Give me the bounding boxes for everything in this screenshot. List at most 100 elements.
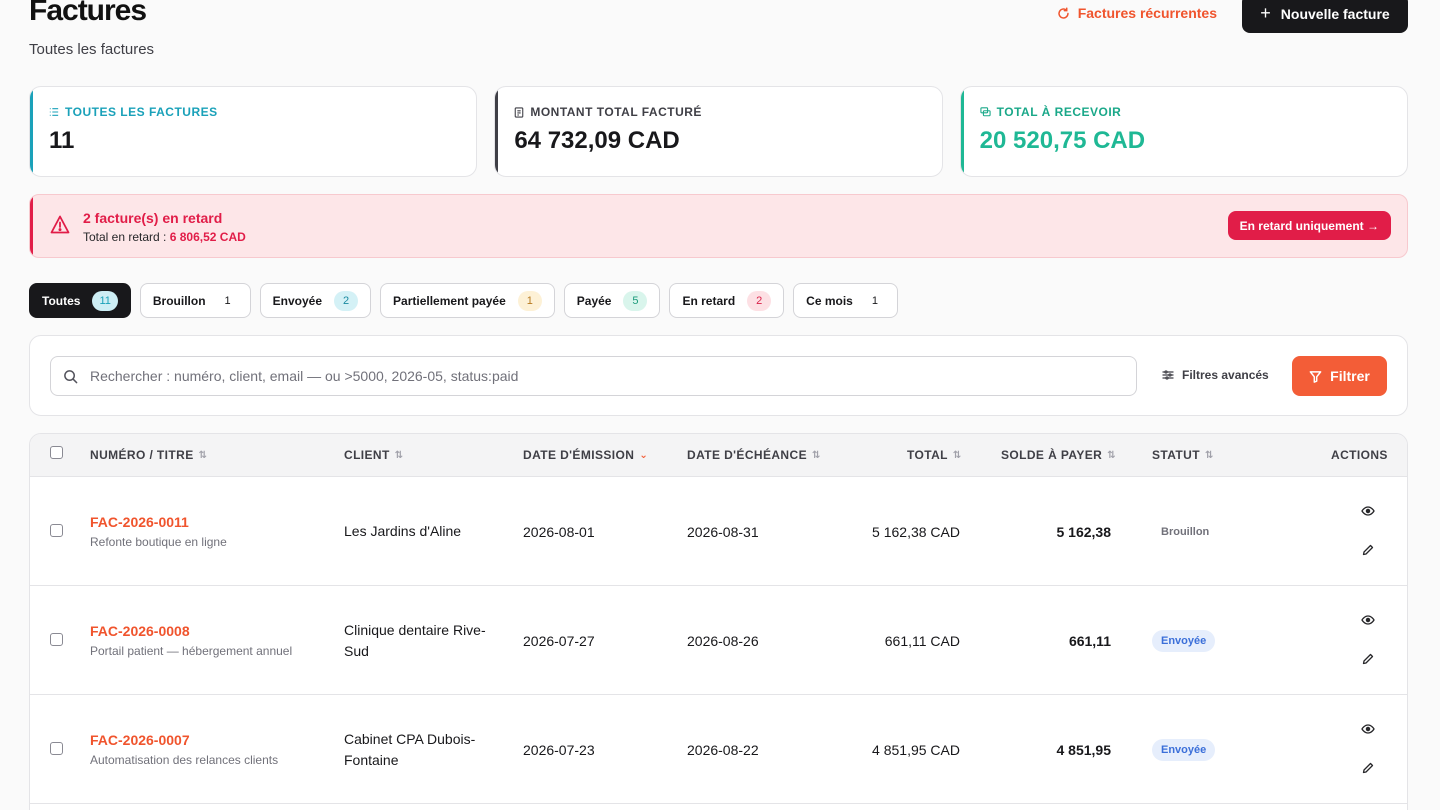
filter-tab-label: Brouillon	[152, 293, 206, 308]
sort-icon: ⇅	[1204, 449, 1214, 461]
stats-row: TOUTES LES FACTURES 11 MONTANT TOTAL FAC…	[29, 86, 1408, 177]
invoice-total: 5 162,38 CAD	[872, 524, 960, 540]
client-name: Clinique dentaire Rive-Sud	[344, 622, 486, 659]
invoice-title: Refonte boutique en ligne	[90, 535, 227, 549]
stat-value: 11	[49, 127, 75, 154]
row-checkbox[interactable]	[50, 633, 63, 646]
client-name: Les Jardins d'Aline	[344, 523, 462, 539]
column-header-number[interactable]: NUMÉRO / TITRE ⇅	[90, 448, 207, 462]
table-header: NUMÉRO / TITRE ⇅ CLIENT ⇅ DATE D'ÉMISSIO…	[30, 434, 1407, 477]
sort-icon: ⇅	[811, 449, 821, 461]
invoice-number-cell: FAC-2026-0008 Portail patient — hébergem…	[90, 623, 292, 658]
search-input[interactable]	[90, 368, 1090, 384]
edit-pencil-icon[interactable]	[1362, 762, 1374, 774]
stat-card-all-invoices: TOUTES LES FACTURES 11	[29, 86, 478, 177]
sort-icon: ⇅	[1107, 449, 1117, 461]
advanced-filters-label: Filtres avancés	[1182, 368, 1269, 382]
filter-tab-label: En retard	[682, 293, 736, 308]
filter-tab-count: 1	[871, 294, 878, 307]
search-panel: Filtres avancés Filtrer	[29, 335, 1408, 416]
column-header-label: ACTIONS	[1331, 448, 1388, 462]
invoice-number-cell: FAC-2026-0007 Automatisation des relance…	[90, 732, 278, 767]
stat-card-total-receivable: TOTAL À RECEVOIR 20 520,75 CAD	[959, 86, 1408, 177]
column-header-due-date[interactable]: DATE D'ÉCHÉANCE ⇅	[687, 448, 821, 462]
filter-tab-count: 1	[517, 290, 542, 311]
stat-value: 64 732,09 CAD	[514, 127, 680, 154]
receipt-icon	[515, 106, 524, 118]
list-icon	[49, 108, 59, 116]
edit-pencil-icon[interactable]	[1362, 544, 1374, 556]
invoice-number-cell: FAC-2026-0011 Refonte boutique en ligne	[90, 514, 227, 549]
filter-tab-this-month[interactable]: Ce mois 1	[793, 283, 898, 318]
new-invoice-label: Nouvelle facture	[1280, 5, 1390, 22]
funnel-icon	[1309, 370, 1322, 383]
overdue-alert: 2 facture(s) en retard Total en retard :…	[29, 194, 1408, 258]
sort-icon: ⇅	[952, 449, 962, 461]
table-row[interactable]: FAC-2026-0008 Portail patient — hébergem…	[30, 586, 1407, 695]
page-title: Factures	[29, 0, 147, 27]
column-header-total[interactable]: TOTAL ⇅	[907, 448, 962, 462]
balance-due: 5 162,38	[1056, 524, 1112, 540]
row-checkbox[interactable]	[50, 524, 63, 537]
status-filter-tabs: Toutes 11 Brouillon 1 Envoyée 2 Partiell…	[29, 283, 898, 318]
column-header-status[interactable]: STATUT ⇅	[1152, 448, 1214, 462]
stat-label: MONTANT TOTAL FACTURÉ	[530, 105, 702, 119]
issue-date: 2026-07-23	[523, 742, 595, 758]
filter-tab-draft[interactable]: Brouillon 1	[139, 283, 251, 318]
invoice-total: 4 851,95 CAD	[872, 742, 960, 758]
due-date: 2026-08-26	[687, 633, 759, 649]
filter-tab-label: Payée	[576, 293, 612, 308]
table-row[interactable]: FAC-2026-0007 Automatisation des relance…	[30, 695, 1407, 804]
overdue-only-button[interactable]: En retard uniquement →	[1227, 211, 1391, 240]
column-header-issue-date[interactable]: DATE D'ÉMISSION ⌄	[523, 448, 648, 462]
overdue-alert-summary: Total en retard : 6 806,52 CAD	[83, 230, 246, 244]
filter-button[interactable]: Filtrer	[1292, 356, 1387, 396]
filter-tab-label: Envoyée	[272, 293, 323, 308]
filter-tab-count: 5	[623, 290, 648, 311]
search-box	[50, 356, 1137, 396]
table-row[interactable]: FAC-2026-0011 Refonte boutique en ligne …	[30, 477, 1407, 586]
select-all-checkbox[interactable]	[50, 446, 63, 459]
advanced-filters-button[interactable]: Filtres avancés	[1162, 368, 1269, 382]
sort-icon: ⇅	[198, 449, 208, 461]
filter-tab-count: 11	[92, 290, 118, 311]
filter-tab-paid[interactable]: Payée 5	[563, 283, 661, 318]
new-invoice-button[interactable]: + Nouvelle facture	[1242, 0, 1408, 33]
invoice-number-link[interactable]: FAC-2026-0007	[90, 732, 278, 748]
filter-tab-sent[interactable]: Envoyée 2	[259, 283, 372, 318]
column-header-label: NUMÉRO / TITRE	[90, 448, 194, 462]
balance-due: 661,11	[1068, 633, 1111, 649]
row-checkbox[interactable]	[50, 742, 63, 755]
warning-icon	[50, 215, 70, 234]
view-eye-icon[interactable]	[1361, 724, 1375, 734]
column-header-balance[interactable]: SOLDE À PAYER ⇅	[1001, 448, 1116, 462]
filter-tab-partially-paid[interactable]: Partiellement payée 1	[380, 283, 555, 318]
status-badge: Envoyée	[1152, 739, 1216, 761]
sort-desc-icon: ⌄	[639, 449, 649, 461]
filter-tab-all[interactable]: Toutes 11	[29, 283, 131, 318]
stat-label: TOUTES LES FACTURES	[65, 105, 218, 119]
invoices-table: NUMÉRO / TITRE ⇅ CLIENT ⇅ DATE D'ÉMISSIO…	[29, 433, 1408, 810]
column-header-label: CLIENT	[344, 448, 390, 462]
column-header-client[interactable]: CLIENT ⇅	[344, 448, 404, 462]
status-badge: Envoyée	[1152, 630, 1216, 652]
filter-tab-label: Partiellement payée	[393, 293, 506, 308]
edit-pencil-icon[interactable]	[1362, 653, 1374, 665]
due-date: 2026-08-22	[687, 742, 759, 758]
stat-value: 20 520,75 CAD	[979, 127, 1146, 154]
view-eye-icon[interactable]	[1361, 506, 1375, 516]
filter-tab-label: Toutes	[42, 293, 81, 308]
invoice-number-link[interactable]: FAC-2026-0011	[90, 514, 227, 530]
due-date: 2026-08-31	[687, 524, 759, 540]
invoice-number-link[interactable]: FAC-2026-0008	[90, 623, 292, 639]
recurring-invoices-link[interactable]: Factures récurrentes	[1057, 5, 1217, 21]
column-header-label: TOTAL	[907, 448, 948, 462]
coins-icon	[980, 107, 991, 117]
overdue-total-amount: 6 806,52 CAD	[169, 230, 246, 244]
view-eye-icon[interactable]	[1361, 615, 1375, 625]
invoice-total: 661,11 CAD	[884, 633, 960, 649]
invoice-title: Portail patient — hébergement annuel	[90, 644, 293, 658]
stat-card-total-billed: MONTANT TOTAL FACTURÉ 64 732,09 CAD	[494, 86, 943, 177]
status-badge: Brouillon	[1161, 526, 1210, 538]
filter-tab-overdue[interactable]: En retard 2	[669, 283, 785, 318]
